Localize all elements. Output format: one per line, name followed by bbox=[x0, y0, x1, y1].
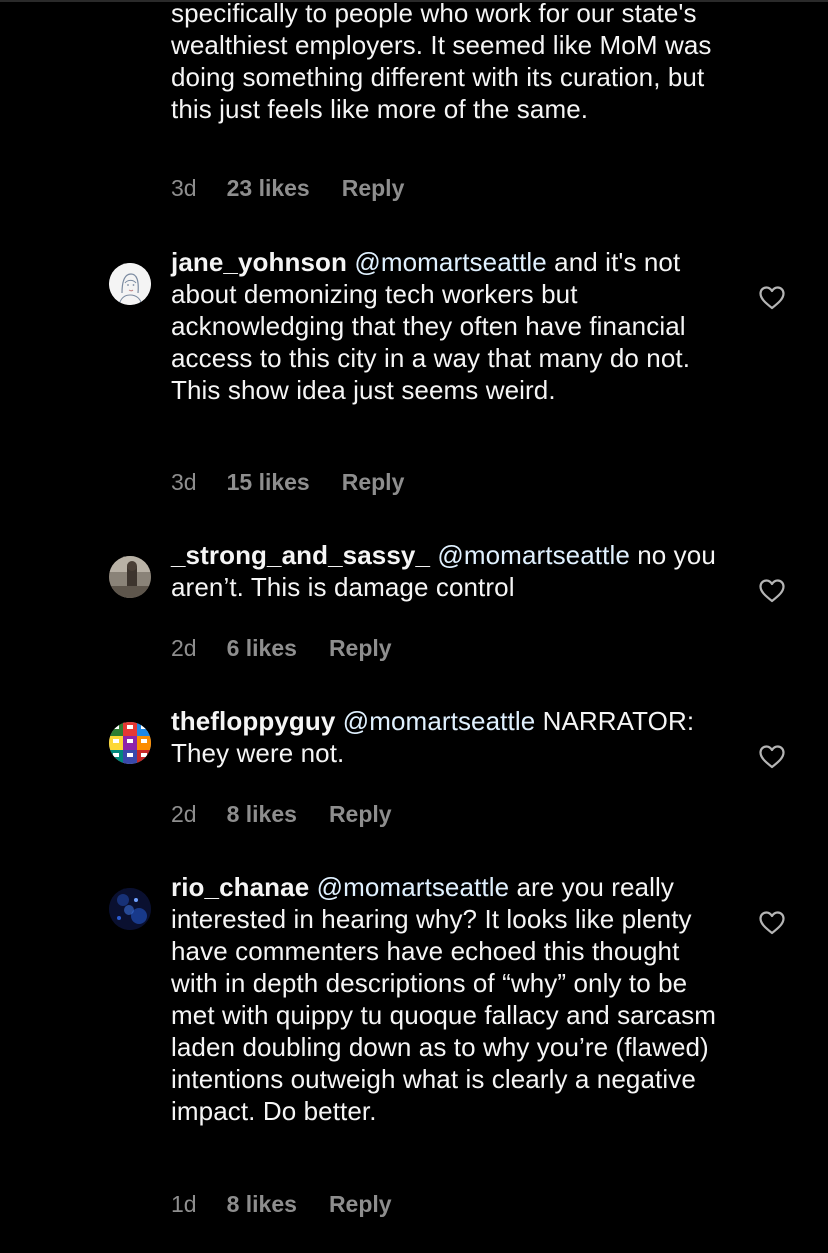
reply-button[interactable]: Reply bbox=[329, 633, 392, 663]
comment-text: specifically to people who work for our … bbox=[171, 0, 712, 124]
comment-time: 2d bbox=[171, 801, 197, 827]
comment-username[interactable]: thefloppyguy bbox=[171, 706, 335, 736]
comment-mention[interactable]: @momartseattle bbox=[317, 872, 510, 902]
comment-mention[interactable]: @momartseattle bbox=[354, 247, 547, 277]
comment-time: 2d bbox=[171, 635, 197, 661]
comment-meta: 3d 15 likes Reply bbox=[171, 467, 404, 497]
heart-icon[interactable] bbox=[759, 286, 785, 310]
comment-username[interactable]: rio_chanae bbox=[171, 872, 309, 902]
comment-username[interactable]: _strong_and_sassy_ bbox=[171, 540, 430, 570]
avatar[interactable] bbox=[109, 556, 151, 598]
comment-text: thefloppyguy @momartseattle NARRATOR: Th… bbox=[171, 706, 695, 768]
comment-text: rio_chanae @momartseattle are you really… bbox=[171, 872, 717, 1126]
avatar[interactable] bbox=[109, 888, 151, 930]
heart-icon[interactable] bbox=[759, 911, 785, 935]
comment-meta: 3d 23 likes Reply bbox=[171, 173, 404, 203]
likes-count[interactable]: 8 likes bbox=[227, 799, 297, 829]
avatar[interactable] bbox=[109, 263, 151, 305]
comment-time: 1d bbox=[171, 1191, 197, 1217]
heart-icon[interactable] bbox=[759, 745, 785, 769]
comment-meta: 2d 8 likes Reply bbox=[171, 799, 392, 829]
comment-username[interactable]: jane_yohnson bbox=[171, 247, 347, 277]
likes-count[interactable]: 23 likes bbox=[227, 173, 310, 203]
heart-icon[interactable] bbox=[759, 579, 785, 603]
avatar-floppy-grid-icon bbox=[109, 722, 151, 764]
comment-time: 3d bbox=[171, 175, 197, 201]
reply-button[interactable]: Reply bbox=[342, 173, 405, 203]
avatar-photo-icon bbox=[109, 888, 151, 930]
likes-count[interactable]: 8 likes bbox=[227, 1189, 297, 1219]
comment-meta: 1d 8 likes Reply bbox=[171, 1189, 392, 1219]
reply-button[interactable]: Reply bbox=[342, 467, 405, 497]
avatar-sketch-icon bbox=[109, 263, 151, 305]
reply-button[interactable]: Reply bbox=[329, 799, 392, 829]
avatar-photo-icon bbox=[109, 556, 151, 598]
comment-mention[interactable]: @momartseattle bbox=[437, 540, 630, 570]
comment-text: jane_yohnson @momartseattle and it's not… bbox=[171, 247, 691, 405]
likes-count[interactable]: 15 likes bbox=[227, 467, 310, 497]
likes-count[interactable]: 6 likes bbox=[227, 633, 297, 663]
comment-time: 3d bbox=[171, 469, 197, 495]
comment-text: _strong_and_sassy_ @momartseattle no you… bbox=[171, 540, 716, 602]
reply-button[interactable]: Reply bbox=[329, 1189, 392, 1219]
comment-mention[interactable]: @momartseattle bbox=[343, 706, 536, 736]
comment-meta: 2d 6 likes Reply bbox=[171, 633, 392, 663]
avatar[interactable] bbox=[109, 722, 151, 764]
